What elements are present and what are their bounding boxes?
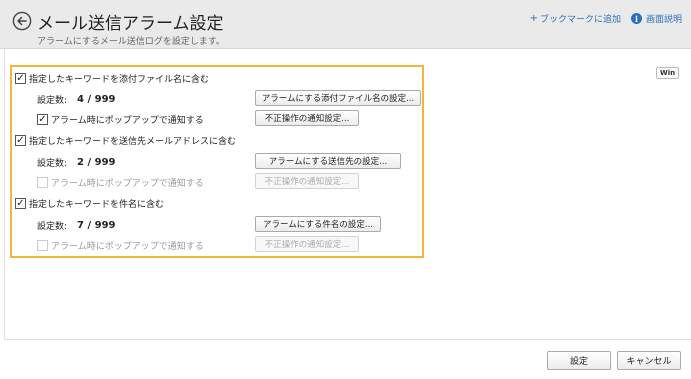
attachment-popup-checkbox-row[interactable]: ✓ アラーム時にポップアップで通知する [37, 113, 204, 126]
section-attachment-checkbox[interactable]: ✓ 指定したキーワードを添付ファイル名に含む [15, 72, 209, 85]
subject-popup-label: アラーム時にポップアップで通知する [51, 242, 204, 252]
help-label: 画面説明 [645, 15, 682, 25]
recipient-address-checkbox-label: 指定したキーワードを送信先メールアドレスに含む [29, 137, 237, 147]
recipient-popup-checkbox [37, 177, 48, 188]
count-value: 7 / 999 [77, 220, 116, 231]
count-value: 4 / 999 [77, 94, 116, 105]
content-border [4, 49, 5, 339]
subject-notify-setting-button: 不正操作の通知設定... [255, 236, 359, 252]
count-label: 設定数: [37, 96, 68, 106]
header-bar: メール送信アラーム設定 アラームにするメール送信ログを設定します。 + ブックマ… [0, 0, 691, 49]
section-recipient-checkbox[interactable]: ✓ 指定したキーワードを送信先メールアドレスに含む [15, 134, 236, 147]
cancel-button[interactable]: キャンセル [617, 351, 681, 370]
win-badge: Win [656, 67, 680, 79]
recipient-address-checkbox[interactable]: ✓ [15, 135, 26, 146]
page-subtitle: アラームにするメール送信ログを設定します。 [37, 37, 225, 47]
attachment-name-checkbox-label: 指定したキーワードを添付ファイル名に含む [29, 75, 210, 85]
recipient-count: 設定数: 2 / 999 [37, 156, 116, 169]
subject-checkbox-label: 指定したキーワードを件名に含む [29, 200, 165, 210]
recipient-popup-checkbox-row: アラーム時にポップアップで通知する [37, 176, 204, 189]
help-link[interactable]: i 画面説明 [630, 12, 682, 25]
count-label: 設定数: [37, 159, 68, 169]
check-icon: ✓ [38, 113, 47, 125]
alarm-settings-panel: ✓ 指定したキーワードを添付ファイル名に含む 設定数: 4 / 999 アラーム… [10, 65, 424, 258]
page-title: メール送信アラーム設定 [37, 14, 224, 34]
attachment-notify-setting-button[interactable]: 不正操作の通知設定... [255, 110, 359, 126]
plus-icon: + [529, 13, 538, 24]
attachment-popup-label: アラーム時にポップアップで通知する [51, 116, 204, 126]
ok-button[interactable]: 設定 [547, 351, 611, 370]
info-icon: i [630, 13, 642, 24]
check-icon: ✓ [16, 197, 25, 209]
subject-popup-checkbox [37, 240, 48, 251]
count-label: 設定数: [37, 222, 68, 232]
attachment-popup-checkbox[interactable]: ✓ [37, 114, 48, 125]
subject-setting-button[interactable]: アラームにする件名の設定... [255, 216, 381, 232]
count-value: 2 / 999 [77, 157, 116, 168]
subject-popup-checkbox-row: アラーム時にポップアップで通知する [37, 239, 204, 252]
section-subject-checkbox[interactable]: ✓ 指定したキーワードを件名に含む [15, 197, 164, 210]
subject-checkbox[interactable]: ✓ [15, 198, 26, 209]
recipient-popup-label: アラーム時にポップアップで通知する [51, 179, 204, 189]
check-icon: ✓ [16, 72, 25, 84]
subject-count: 設定数: 7 / 999 [37, 219, 116, 232]
back-arrow-icon[interactable] [12, 11, 32, 31]
attachment-name-checkbox[interactable]: ✓ [15, 73, 26, 84]
recipient-notify-setting-button: 不正操作の通知設定... [255, 173, 359, 189]
add-bookmark-label: ブックマークに追加 [539, 15, 621, 25]
check-icon: ✓ [16, 134, 25, 146]
attachment-count: 設定数: 4 / 999 [37, 93, 116, 106]
footer-divider [4, 339, 691, 340]
add-bookmark-link[interactable]: + ブックマークに追加 [530, 12, 621, 25]
attachment-name-setting-button[interactable]: アラームにする添付ファイル名の設定... [255, 90, 421, 106]
recipient-setting-button[interactable]: アラームにする送信先の設定... [255, 153, 401, 169]
header-links: + ブックマークに追加 i 画面説明 [530, 12, 682, 25]
